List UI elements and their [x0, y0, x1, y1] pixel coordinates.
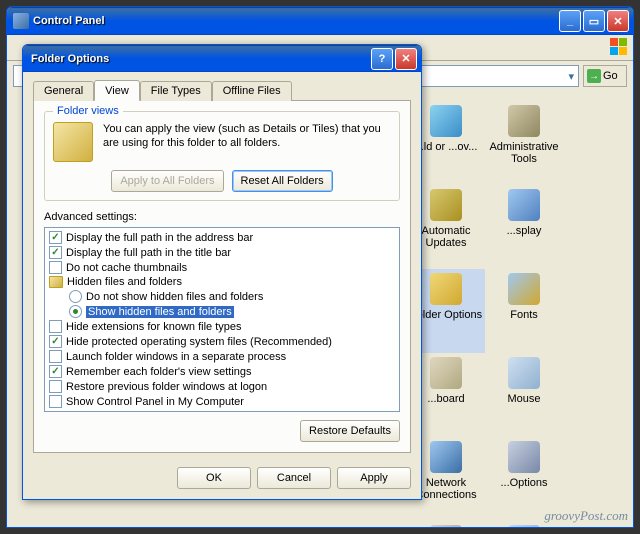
folder-views-text: You can apply the view (such as Details … — [103, 122, 391, 162]
go-label: Go — [603, 70, 618, 82]
advanced-settings-tree[interactable]: Display the full path in the address bar… — [44, 227, 400, 412]
advanced-settings-label: Advanced settings: — [44, 211, 400, 223]
main-titlebar[interactable]: Control Panel _ ▭ ✕ — [7, 7, 633, 35]
tree-row[interactable]: Show hidden files and folders — [47, 304, 397, 319]
cp-item-icon — [430, 189, 462, 221]
tab-view[interactable]: View — [94, 80, 140, 101]
dialog-close-button[interactable]: ✕ — [395, 48, 417, 70]
tab-file-types[interactable]: File Types — [140, 81, 212, 101]
cp-item-icon — [430, 525, 462, 528]
tree-row-label: Remember each folder's view settings — [66, 366, 252, 378]
folder-options-dialog: Folder Options ? ✕ GeneralViewFile Types… — [22, 44, 422, 500]
cp-item-icon — [430, 441, 462, 473]
tree-row[interactable]: Hide extensions for known file types — [47, 319, 397, 334]
tab-strip: GeneralViewFile TypesOffline Files — [33, 81, 411, 101]
checkbox[interactable] — [49, 335, 62, 348]
main-title: Control Panel — [33, 15, 557, 27]
cp-item[interactable]: Printers and Faxes — [407, 521, 485, 528]
cp-item-label: ...board — [427, 393, 464, 405]
dialog-titlebar[interactable]: Folder Options ? ✕ — [23, 45, 421, 72]
cp-item[interactable]: ...splay — [485, 185, 563, 269]
control-panel-icon — [13, 13, 29, 29]
cp-item-icon — [508, 189, 540, 221]
tree-row-label: Show hidden files and folders — [86, 306, 234, 318]
restore-defaults-button[interactable]: Restore Defaults — [300, 420, 400, 442]
cp-item-icon — [430, 357, 462, 389]
tree-row-label: Restore previous folder windows at logon — [66, 381, 267, 393]
tree-row-label: Display the full path in the address bar — [66, 232, 253, 244]
cp-item-label: ...splay — [507, 225, 542, 237]
xp-flag-icon — [609, 37, 629, 57]
go-button[interactable]: → Go — [583, 65, 627, 87]
tree-row[interactable]: Do not show hidden files and folders — [47, 289, 397, 304]
tree-row-label: Hidden files and folders — [67, 276, 182, 288]
checkbox[interactable] — [49, 365, 62, 378]
tree-row[interactable]: Display the full path in the title bar — [47, 245, 397, 260]
cp-item-icon — [508, 357, 540, 389]
apply-button[interactable]: Apply — [337, 467, 411, 489]
checkbox[interactable] — [49, 246, 62, 259]
tree-row[interactable]: Launch folder windows in a separate proc… — [47, 349, 397, 364]
tab-offline-files[interactable]: Offline Files — [212, 81, 292, 101]
cp-item-label: Mouse — [507, 393, 540, 405]
minimize-button[interactable]: _ — [559, 10, 581, 32]
ok-button[interactable]: OK — [177, 467, 251, 489]
folder-views-icon — [53, 122, 93, 162]
tree-row-label: Display the full path in the title bar — [66, 247, 231, 259]
cp-item-icon — [508, 105, 540, 137]
checkbox[interactable] — [49, 395, 62, 408]
tree-row[interactable]: Display the full path in the address bar — [47, 230, 397, 245]
apply-to-all-folders-button[interactable]: Apply to All Folders — [111, 170, 223, 192]
cp-item-label: ...ld or ...ov... — [415, 141, 478, 153]
tree-row[interactable]: Hidden files and folders — [47, 275, 397, 289]
radio[interactable] — [69, 290, 82, 303]
checkbox[interactable] — [49, 231, 62, 244]
close-button[interactable]: ✕ — [607, 10, 629, 32]
reset-all-folders-button[interactable]: Reset All Folders — [232, 170, 333, 192]
tree-row-label: Do not cache thumbnails — [66, 262, 187, 274]
tab-general[interactable]: General — [33, 81, 94, 101]
folder-views-legend: Folder views — [53, 105, 123, 117]
cp-item-label: Fonts — [510, 309, 538, 321]
cp-item-icon — [508, 441, 540, 473]
checkbox[interactable] — [49, 380, 62, 393]
checkbox[interactable] — [49, 350, 62, 363]
cancel-button[interactable]: Cancel — [257, 467, 331, 489]
cp-item[interactable]: Administrative Tools — [485, 101, 563, 185]
dialog-body: GeneralViewFile TypesOffline Files Folde… — [23, 72, 421, 459]
dialog-title: Folder Options — [31, 53, 369, 65]
radio[interactable] — [69, 305, 82, 318]
folder-icon — [49, 276, 63, 288]
cp-item-icon — [430, 273, 462, 305]
checkbox[interactable] — [49, 320, 62, 333]
tree-row-label: Do not show hidden files and folders — [86, 291, 263, 303]
folder-views-group: Folder views You can apply the view (suc… — [44, 111, 400, 201]
cp-item-label: ...Options — [500, 477, 547, 489]
help-button[interactable]: ? — [371, 48, 393, 70]
watermark: groovyPost.com — [544, 508, 628, 524]
go-arrow-icon: → — [587, 69, 601, 83]
cp-item-icon — [508, 273, 540, 305]
tree-row-label: Hide extensions for known file types — [66, 321, 241, 333]
tree-row[interactable]: Show Control Panel in My Computer — [47, 394, 397, 409]
cp-item[interactable]: Fonts — [485, 269, 563, 353]
tree-row[interactable]: Hide protected operating system files (R… — [47, 334, 397, 349]
view-tab-panel: Folder views You can apply the view (suc… — [33, 100, 411, 453]
cp-item-icon — [508, 525, 540, 528]
tree-row[interactable]: Do not cache thumbnails — [47, 260, 397, 275]
checkbox[interactable] — [49, 261, 62, 274]
maximize-button[interactable]: ▭ — [583, 10, 605, 32]
cp-item[interactable]: Mouse — [485, 353, 563, 437]
tree-row-label: Launch folder windows in a separate proc… — [66, 351, 286, 363]
address-dropdown-icon[interactable]: ▾ — [568, 70, 574, 83]
cp-item-label: Administrative Tools — [487, 141, 561, 165]
tree-row[interactable]: Remember each folder's view settings — [47, 364, 397, 379]
tree-row[interactable]: Restore previous folder windows at logon — [47, 379, 397, 394]
cp-item-icon — [430, 105, 462, 137]
tree-row-label: Hide protected operating system files (R… — [66, 336, 332, 348]
dialog-footer: OK Cancel Apply — [23, 459, 421, 499]
tree-row-label: Show Control Panel in My Computer — [66, 396, 244, 408]
